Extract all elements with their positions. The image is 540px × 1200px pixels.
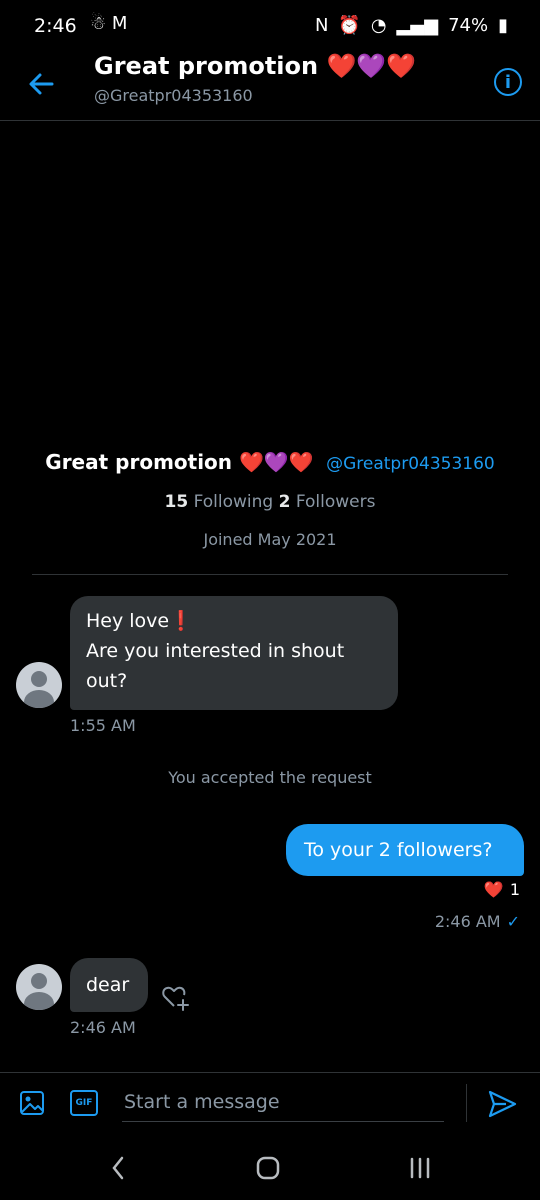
following-count: 15 bbox=[164, 492, 189, 512]
header-divider bbox=[0, 120, 540, 121]
heart-reaction-icon: ❤️ bbox=[483, 880, 504, 899]
status-right-icons: N ⏰ ◔ ▂▄▆ 74% ▮ bbox=[315, 15, 508, 36]
notification-icons: ☃ M bbox=[90, 13, 128, 34]
reaction-count: 1 bbox=[509, 880, 520, 899]
profile-name-row[interactable]: Great promotion ❤️💜❤️ @Greatpr04353160 bbox=[0, 450, 540, 474]
system-nav-bar bbox=[112, 1156, 430, 1180]
composer-divider bbox=[0, 1072, 540, 1073]
conversation-title: Great promotion ❤️💜❤️ bbox=[94, 52, 417, 80]
following-label: Following bbox=[193, 492, 274, 512]
outgoing-message-bubble[interactable]: To your 2 followers? bbox=[286, 824, 524, 876]
signal-icon: ▂▄▆ bbox=[396, 15, 439, 36]
back-arrow-icon[interactable] bbox=[22, 64, 62, 104]
battery-level: 74% bbox=[448, 15, 489, 36]
message-line: out? bbox=[86, 670, 128, 692]
nav-home-icon bbox=[256, 1156, 280, 1180]
nav-recents-icon bbox=[410, 1157, 430, 1179]
message-timestamp: 2:46 AM bbox=[70, 1018, 136, 1037]
avatar[interactable] bbox=[16, 964, 62, 1010]
profile-stats: 15 Following 2 Followers bbox=[0, 492, 540, 512]
message-timestamp: 1:55 AM bbox=[70, 716, 136, 735]
status-time: 2:46 bbox=[34, 15, 77, 37]
message-reaction[interactable]: ❤️ 1 bbox=[484, 880, 520, 899]
avatar[interactable] bbox=[16, 662, 62, 708]
followers-label: Followers bbox=[295, 492, 376, 512]
followers-count: 2 bbox=[278, 492, 291, 512]
message-input[interactable] bbox=[122, 1082, 444, 1122]
system-message: You accepted the request bbox=[168, 768, 372, 787]
seen-check-icon: ✓ bbox=[506, 912, 520, 931]
gif-icon[interactable]: GIF bbox=[70, 1090, 98, 1116]
add-reaction-icon[interactable] bbox=[160, 982, 192, 1014]
composer-separator bbox=[466, 1084, 467, 1122]
image-icon[interactable] bbox=[18, 1089, 46, 1117]
message-timestamp-row: 2:46 AM ✓ bbox=[435, 912, 520, 931]
send-icon[interactable] bbox=[486, 1088, 518, 1120]
incoming-message-bubble[interactable]: dear bbox=[70, 958, 148, 1012]
nfc-icon: N bbox=[314, 15, 329, 36]
battery-icon: ▮ bbox=[498, 15, 508, 36]
joined-date: Joined May 2021 bbox=[203, 530, 337, 549]
profile-name: Great promotion ❤️💜❤️ bbox=[45, 450, 314, 474]
alarm-icon: ⏰ bbox=[338, 15, 361, 36]
message-line: Hey love❗ bbox=[86, 610, 193, 632]
message-text: To your 2 followers? bbox=[304, 839, 493, 861]
info-icon[interactable]: i bbox=[494, 68, 522, 96]
nav-back-icon bbox=[112, 1156, 124, 1180]
wifi-icon: ◔ bbox=[370, 15, 387, 36]
profile-divider bbox=[32, 574, 508, 575]
status-bar: 2:46 ☃ M N ⏰ ◔ ▂▄▆ 74% ▮ bbox=[0, 0, 540, 56]
incoming-message-bubble[interactable]: Hey love❗ Are you interested in shout ou… bbox=[70, 596, 398, 710]
message-line: Are you interested in shout bbox=[86, 640, 345, 662]
profile-handle: @Greatpr04353160 bbox=[326, 454, 495, 474]
message-text: dear bbox=[86, 974, 130, 996]
conversation-handle: @Greatpr04353160 bbox=[94, 86, 253, 105]
message-timestamp: 2:46 AM bbox=[434, 912, 501, 931]
